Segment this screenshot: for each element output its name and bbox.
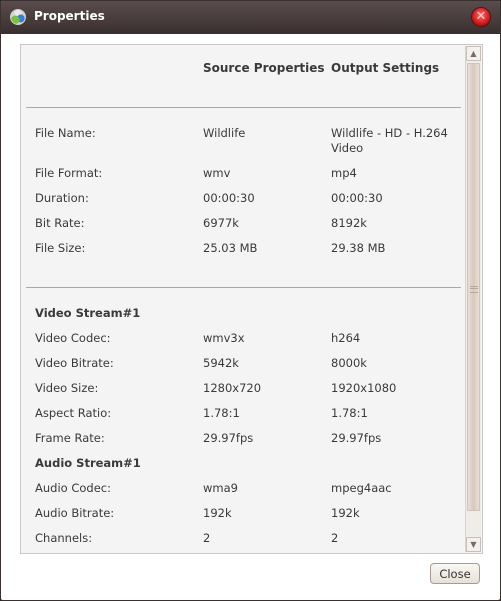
table-row: Aspect Ratio: 1.78:1 1.78:1 <box>21 406 464 426</box>
table-row: Channels: 2 2 <box>21 531 464 551</box>
output-value: 8000k <box>331 356 367 370</box>
header-output-settings: Output Settings <box>331 61 440 75</box>
scroll-down-icon[interactable]: ▼ <box>466 537 481 552</box>
source-value: 5942k <box>203 356 239 370</box>
app-logo-icon <box>10 9 26 25</box>
output-value: 8192k <box>331 216 367 230</box>
scroll-up-icon[interactable]: ▲ <box>466 46 481 61</box>
table-row: File Size: 25.03 MB 29.38 MB <box>21 241 464 261</box>
output-value: 29.38 MB <box>331 241 386 255</box>
source-value: 2 <box>203 531 211 545</box>
output-value: 192k <box>331 506 360 520</box>
source-value: 29.97fps <box>203 431 254 445</box>
output-value: 00:00:30 <box>331 191 383 205</box>
table-row: Audio Codec: wma9 mpeg4aac <box>21 481 464 501</box>
source-value: Wildlife <box>203 126 246 140</box>
row-label: Video Bitrate: <box>35 356 114 370</box>
table-row: File Format: wmv mp4 <box>21 166 464 186</box>
source-value: wma9 <box>203 481 238 495</box>
output-value: Wildlife - HD - H.264 Video <box>331 126 448 155</box>
output-value: mpeg4aac <box>331 481 392 495</box>
row-label: Video Codec: <box>35 331 111 345</box>
divider <box>26 107 461 108</box>
source-value: 25.03 MB <box>203 241 258 255</box>
row-label: File Name: <box>35 126 96 140</box>
table-row: Video Codec: wmv3x h264 <box>21 331 464 351</box>
row-label: Video Size: <box>35 381 99 395</box>
output-value: 2 <box>331 531 339 545</box>
scrollbar-thumb[interactable] <box>467 63 480 511</box>
vertical-scrollbar[interactable]: ▲ ▼ <box>465 46 481 552</box>
source-value: 00:00:30 <box>203 191 255 205</box>
row-label: Duration: <box>35 191 89 205</box>
source-value: wmv <box>203 166 231 180</box>
output-value: 1.78:1 <box>331 406 368 420</box>
video-stream-heading: Video Stream#1 <box>35 306 141 320</box>
row-label: Audio Codec: <box>35 481 111 495</box>
table-row: Video Size: 1280x720 1920x1080 <box>21 381 464 401</box>
table-row: File Name: Wildlife Wildlife - HD - H.26… <box>21 126 464 155</box>
output-value: mp4 <box>331 166 357 180</box>
properties-panel: Source Properties Output Settings File N… <box>20 44 483 554</box>
table-row: Video Bitrate: 5942k 8000k <box>21 356 464 376</box>
output-value: h264 <box>331 331 361 345</box>
row-label: Bit Rate: <box>35 216 85 230</box>
close-button[interactable]: Close <box>430 563 480 584</box>
row-label: File Size: <box>35 241 86 255</box>
row-label: Frame Rate: <box>35 431 105 445</box>
row-label: File Format: <box>35 166 103 180</box>
source-value: 6977k <box>203 216 239 230</box>
row-label: Channels: <box>35 531 93 545</box>
dialog-title: Properties <box>34 9 105 23</box>
source-value: 1280x720 <box>203 381 262 395</box>
output-value: 29.97fps <box>331 431 382 445</box>
source-value: wmv3x <box>203 331 245 345</box>
divider <box>26 287 461 288</box>
table-row: Frame Rate: 29.97fps 29.97fps <box>21 431 464 451</box>
table-row: Audio Bitrate: 192k 192k <box>21 506 464 526</box>
row-label: Aspect Ratio: <box>35 406 112 420</box>
title-bar[interactable]: Properties ✕ <box>1 1 500 34</box>
grip-icon <box>470 286 478 293</box>
output-value: 1920x1080 <box>331 381 397 395</box>
table-row: Duration: 00:00:30 00:00:30 <box>21 191 464 211</box>
source-value: 1.78:1 <box>203 406 240 420</box>
table-row: Bit Rate: 6977k 8192k <box>21 216 464 236</box>
row-label: Audio Bitrate: <box>35 506 115 520</box>
source-value: 192k <box>203 506 232 520</box>
close-icon[interactable]: ✕ <box>471 7 491 27</box>
header-source-properties: Source Properties <box>203 61 325 75</box>
properties-dialog: Properties ✕ Source Properties Output Se… <box>0 0 501 601</box>
audio-stream-heading: Audio Stream#1 <box>35 456 141 470</box>
